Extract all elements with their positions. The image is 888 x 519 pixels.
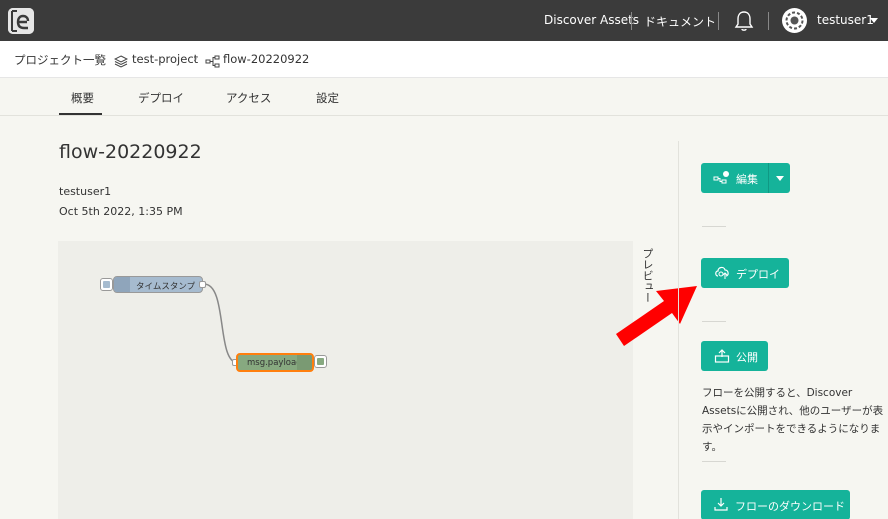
breadcrumb-project-link[interactable]: test-project xyxy=(132,52,198,66)
layers-icon xyxy=(113,53,129,72)
discover-assets-link[interactable]: Discover Assets xyxy=(544,13,639,27)
publish-button-label: 公開 xyxy=(736,351,758,364)
inject-node-icon xyxy=(114,277,130,292)
user-avatar-icon[interactable] xyxy=(782,8,807,33)
publish-button[interactable]: 公開 xyxy=(701,341,768,371)
download-icon xyxy=(713,497,729,515)
breadcrumb: プロジェクト一覧 › test-project › flow-20220922 xyxy=(0,41,888,78)
nav-divider xyxy=(631,12,632,30)
edit-button[interactable]: 編集 xyxy=(701,163,790,193)
download-flow-button-label: フローのダウンロード xyxy=(735,500,845,513)
flow-edit-icon xyxy=(713,170,731,188)
debug-node-icon xyxy=(297,355,312,370)
deploy-button-label: デプロイ xyxy=(736,268,780,281)
nav-divider xyxy=(768,12,769,30)
top-navbar: Discover Assets ドキュメント testuser1 xyxy=(0,0,888,41)
chevron-down-icon[interactable] xyxy=(870,18,878,23)
breadcrumb-separator: › xyxy=(193,52,198,65)
edit-button-label: 編集 xyxy=(736,173,758,186)
sidebar-separator xyxy=(702,226,726,227)
breadcrumb-separator: › xyxy=(102,52,107,65)
app-logo[interactable] xyxy=(8,8,34,34)
debug-node[interactable]: msg.payload xyxy=(236,353,314,372)
deploy-button[interactable]: デプロイ xyxy=(701,258,789,288)
split-divider xyxy=(768,163,769,193)
nav-divider xyxy=(718,12,719,30)
breadcrumb-projects-link[interactable]: プロジェクト一覧 xyxy=(14,52,106,68)
inject-node[interactable]: タイムスタンプ xyxy=(113,276,203,293)
user-menu-name[interactable]: testuser1 xyxy=(817,13,874,27)
output-port[interactable] xyxy=(199,281,206,288)
flow-date: Oct 5th 2022, 1:35 PM xyxy=(59,205,183,218)
chevron-down-icon[interactable] xyxy=(776,176,784,181)
debug-toggle-button[interactable] xyxy=(314,355,327,368)
bell-icon[interactable] xyxy=(734,10,754,32)
breadcrumb-flow-current: flow-20220922 xyxy=(223,52,310,66)
tab-overview[interactable]: 概要 xyxy=(71,90,94,106)
publish-icon xyxy=(714,348,730,366)
active-tab-indicator xyxy=(59,113,102,115)
publish-description: フローを公開すると、Discover Assetsに公開され、他のユーザーが表示… xyxy=(702,387,884,453)
sidebar-separator xyxy=(702,321,726,322)
flow-owner: testuser1 xyxy=(59,185,112,198)
sidebar-separator xyxy=(702,461,726,462)
documents-link[interactable]: ドキュメント xyxy=(644,13,716,30)
flow-preview-canvas: タイムスタンプ msg.payload xyxy=(58,241,633,519)
page-title: flow-20220922 xyxy=(59,141,202,163)
tab-deploy[interactable]: デプロイ xyxy=(138,90,184,106)
inject-button[interactable] xyxy=(100,278,113,291)
annotation-arrow-icon xyxy=(616,286,697,346)
download-flow-button[interactable]: フローのダウンロード xyxy=(701,490,850,519)
debug-node-label: msg.payload xyxy=(247,358,302,368)
inject-node-label: タイムスタンプ xyxy=(136,282,196,292)
tab-settings[interactable]: 設定 xyxy=(316,90,339,106)
tab-access[interactable]: アクセス xyxy=(226,90,271,106)
flow-icon xyxy=(205,53,220,72)
cloud-upload-icon xyxy=(714,265,732,283)
tab-bar: 概要 デプロイ アクセス 設定 xyxy=(0,78,888,116)
sidebar-divider xyxy=(678,141,679,519)
